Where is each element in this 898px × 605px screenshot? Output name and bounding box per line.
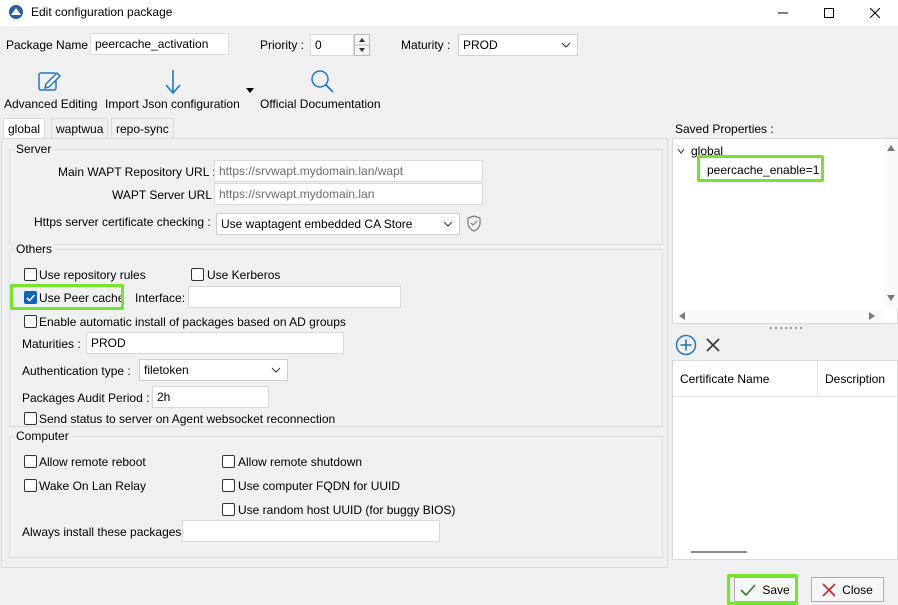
allow-shutdown-label: Allow remote shutdown [238, 455, 363, 469]
computer-group-title: Computer [14, 429, 71, 443]
wol-relay-label: Wake On Lan Relay [39, 479, 146, 493]
maturity-select-value: PROD [463, 38, 498, 52]
package-name-input[interactable]: peercache_activation [90, 33, 229, 55]
use-repo-rules-checkbox[interactable] [24, 268, 37, 281]
auth-type-select[interactable]: filetoken [139, 359, 288, 381]
column-description[interactable]: Description [825, 372, 885, 386]
download-arrow-icon [165, 70, 181, 95]
server-group: Server Main WAPT Repository URL : https:… [9, 142, 663, 245]
close-window-button[interactable] [852, 0, 898, 26]
main-repo-input[interactable]: https://srvwapt.mydomain.lan/wapt [214, 160, 483, 182]
toolbar: Advanced Editing Import Json configurati… [0, 64, 898, 116]
allow-shutdown-checkbox[interactable] [222, 455, 235, 468]
use-kerberos-checkbox[interactable] [191, 268, 204, 281]
audit-period-label: Packages Audit Period : [22, 391, 150, 405]
vertical-scrollbar[interactable] [884, 139, 898, 309]
send-status-checkbox[interactable] [24, 412, 37, 425]
server-url-label: WAPT Server URL : [112, 188, 219, 202]
use-repo-rules-label: Use repository rules [39, 268, 146, 282]
random-uuid-label: Use random host UUID (for buggy BIOS) [238, 503, 456, 517]
audit-period-input[interactable]: 2h [152, 386, 269, 408]
always-install-input[interactable] [182, 520, 440, 542]
tab-global[interactable]: global [3, 118, 46, 140]
advanced-editing-label: Advanced Editing [4, 97, 98, 111]
scroll-down-icon[interactable] [887, 295, 895, 301]
maximize-button[interactable] [806, 0, 852, 26]
wapt-logo-icon [9, 5, 23, 19]
certificates-header: Certificate Name Description [673, 361, 898, 397]
column-divider[interactable] [817, 361, 818, 397]
random-uuid-checkbox[interactable] [222, 503, 235, 516]
scroll-up-icon[interactable] [887, 145, 895, 151]
saved-property-highlight [697, 155, 824, 182]
spinner-arrows-icon [355, 38, 369, 52]
fqdn-uuid-checkbox[interactable] [222, 479, 235, 492]
global-tab-panel: Server Main WAPT Repository URL : https:… [1, 138, 668, 568]
allow-reboot-checkbox[interactable] [24, 455, 37, 468]
chevron-down-icon [443, 221, 453, 227]
always-install-label: Always install these packages [22, 525, 182, 539]
minimize-button[interactable] [760, 0, 806, 26]
priority-spinner[interactable] [354, 34, 370, 56]
package-name-label: Package Name : [6, 38, 95, 52]
main-repo-label: Main WAPT Repository URL : [58, 165, 216, 179]
official-documentation-label: Official Documentation [260, 97, 381, 111]
peer-cache-highlight [10, 284, 124, 310]
scroll-left-icon[interactable] [679, 312, 685, 320]
interface-input[interactable] [188, 286, 401, 308]
server-url-input[interactable]: https://srvwapt.mydomain.lan [214, 183, 483, 205]
splitter-grip[interactable] [770, 326, 802, 330]
tab-waptwua[interactable]: waptwua [51, 118, 109, 139]
priority-label: Priority : [260, 38, 305, 52]
chevron-down-icon [271, 367, 281, 373]
use-kerberos-label: Use Kerberos [207, 268, 281, 282]
close-button-label: Close [842, 582, 873, 597]
auth-type-label: Authentication type : [22, 364, 131, 378]
wol-relay-checkbox[interactable] [24, 479, 37, 492]
close-button[interactable]: Close [811, 577, 884, 602]
https-check-value: Use waptagent embedded CA Store [221, 217, 413, 231]
others-group: Others Use repository rules Use Kerberos… [9, 242, 663, 427]
allow-reboot-label: Allow remote reboot [39, 455, 146, 469]
maturity-label: Maturity : [401, 38, 451, 52]
import-json-button[interactable]: Import Json configuration [105, 64, 255, 116]
maturities-label: Maturities : [22, 337, 81, 351]
import-json-label: Import Json configuration [105, 97, 240, 111]
horizontal-scroll-thumb[interactable] [691, 551, 747, 553]
horizontal-scrollbar[interactable] [673, 309, 884, 323]
dropdown-arrow-icon[interactable] [246, 88, 254, 94]
computer-group: Computer Allow remote reboot Allow remot… [9, 429, 663, 558]
interface-label: Interface: [135, 291, 186, 305]
maturities-input[interactable]: PROD [86, 332, 344, 354]
advanced-editing-button[interactable]: Advanced Editing [4, 64, 98, 116]
search-icon [311, 70, 334, 93]
window-title: Edit configuration package [31, 5, 173, 19]
https-check-label: Https server certificate checking : [34, 215, 211, 229]
saved-properties-label: Saved Properties : [675, 122, 774, 136]
add-certificate-icon[interactable] [675, 334, 697, 356]
chevron-down-icon [561, 42, 571, 48]
scroll-right-icon[interactable] [869, 312, 875, 320]
tab-repo-sync[interactable]: repo-sync [111, 118, 174, 139]
shield-icon [467, 215, 481, 232]
auth-type-value: filetoken [144, 363, 189, 377]
fqdn-uuid-label: Use computer FQDN for UUID [238, 479, 401, 493]
maturity-select[interactable]: PROD [458, 34, 578, 56]
column-certificate-name[interactable]: Certificate Name [680, 372, 769, 386]
close-icon [822, 582, 836, 597]
save-button-highlight [727, 574, 798, 605]
official-documentation-button[interactable]: Official Documentation [260, 64, 386, 116]
https-check-select[interactable]: Use waptagent embedded CA Store [216, 213, 460, 235]
remove-certificate-icon[interactable] [705, 337, 721, 353]
others-group-title: Others [14, 242, 55, 256]
server-group-title: Server [14, 142, 54, 156]
edit-icon [38, 71, 62, 91]
certificates-list: Certificate Name Description [672, 360, 898, 560]
title-bar: Edit configuration package [0, 0, 898, 26]
priority-input[interactable]: 0 [310, 34, 354, 56]
tree-expand-icon[interactable] [677, 147, 685, 155]
auto-install-ad-label: Enable automatic install of packages bas… [39, 315, 346, 329]
send-status-label: Send status to server on Agent websocket… [39, 412, 336, 426]
auto-install-ad-checkbox[interactable] [24, 315, 37, 328]
